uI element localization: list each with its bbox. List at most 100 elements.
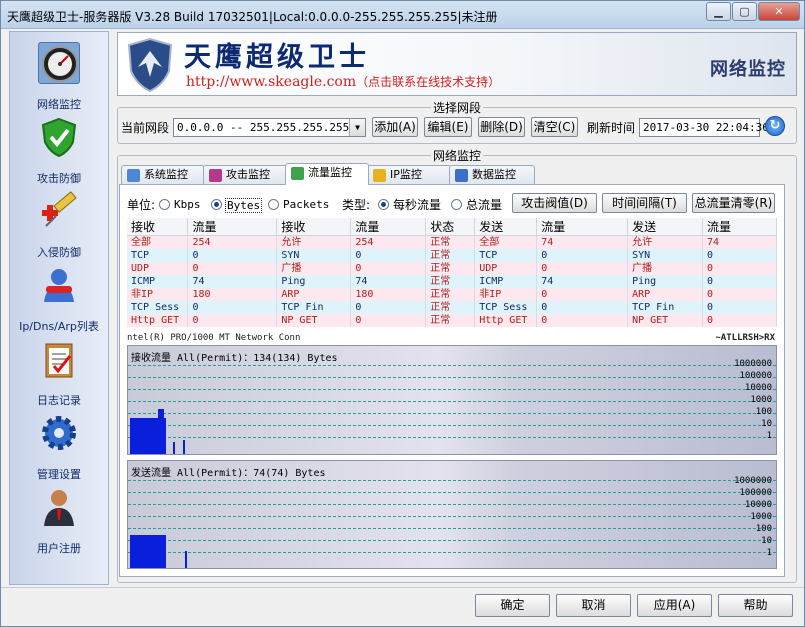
table-cell: 74	[536, 235, 629, 249]
tab-system-monitor[interactable]: 系统监控	[121, 165, 205, 185]
column-header[interactable]: 发送	[627, 218, 704, 236]
table-header-row: 接收 流量 接收 流量 状态 发送 流量 发送 流量	[127, 218, 777, 236]
unit-bytes-label[interactable]: Bytes	[225, 198, 263, 213]
table-cell: UDP	[474, 262, 538, 275]
y-axis-label: 1	[766, 431, 772, 441]
unit-packets-radio[interactable]	[268, 199, 279, 210]
tab-ip-monitor[interactable]: IP监控	[367, 165, 451, 185]
table-row[interactable]: 非IP 180 ARP 180 正常 非IP 0 ARP 0	[127, 288, 777, 301]
time-interval-button[interactable]: 时间间隔(T)	[602, 193, 687, 213]
chevron-down-icon[interactable]: ▼	[349, 119, 365, 136]
table-row[interactable]: TCP 0 SYN 0 正常 TCP 0 SYN 0	[127, 249, 777, 262]
type-total-label[interactable]: 总流量	[466, 196, 502, 213]
column-header[interactable]: 流量	[350, 218, 427, 236]
unit-bytes-radio[interactable]	[211, 199, 222, 210]
sidebar-item-attack-defense[interactable]: 攻击防御	[10, 112, 108, 185]
table-row[interactable]: ICMP 74 Ping 74 正常 ICMP 74 Ping 0	[127, 275, 777, 288]
table-cell: TCP	[127, 249, 189, 262]
table-cell: SYN	[276, 249, 352, 262]
table-cell: 254	[350, 235, 427, 249]
sidebar-item-label: 入侵防御	[37, 246, 81, 259]
grid-line	[128, 492, 776, 493]
apply-button[interactable]: 应用(A)	[637, 594, 712, 617]
cancel-button[interactable]: 取消	[556, 594, 631, 617]
syringe-cross-icon	[38, 190, 80, 232]
tab-traffic-monitor[interactable]: 流量监控	[285, 163, 369, 185]
column-header[interactable]: 发送	[474, 218, 538, 236]
table-cell: UDP	[127, 262, 189, 275]
traffic-bar	[173, 442, 175, 454]
support-link[interactable]: http://www.skeagle.com（点击联系在线技术支持）	[186, 73, 500, 90]
table-cell: 正常	[425, 301, 476, 314]
unit-kbps-radio[interactable]	[159, 199, 170, 210]
y-axis-label: 1000000	[734, 476, 772, 486]
refresh-time-field[interactable]: 2017-03-30 22:04:36	[639, 118, 769, 137]
help-button[interactable]: 帮助	[718, 594, 793, 617]
segment-select[interactable]: 0.0.0.0 -- 255.255.255.255 ▼	[173, 118, 366, 137]
traffic-stats-table: 接收 流量 接收 流量 状态 发送 流量 发送 流量 全部 254 允许 254 正常全…	[127, 218, 777, 327]
table-cell: Http GET	[474, 314, 538, 327]
type-per-second-radio[interactable]	[378, 199, 389, 210]
table-row[interactable]: Http GET 0 NP GET 0 正常 Http GET 0 NP GET 0	[127, 314, 777, 327]
traffic-bar	[185, 551, 187, 568]
tab-attack-monitor[interactable]: 攻击监控	[203, 165, 287, 185]
grid-line	[128, 540, 776, 541]
table-cell: Http GET	[127, 314, 189, 327]
user-list-icon	[38, 264, 80, 306]
table-cell: 0	[702, 301, 777, 314]
table-cell: 74	[187, 275, 278, 288]
column-header[interactable]: 状态	[425, 218, 476, 236]
title-bar: 天鹰超级卫士-服务器版 V3.28 Build 17032501|Local:0…	[1, 1, 804, 29]
close-button[interactable]: ✕	[758, 2, 800, 21]
attack-threshold-button[interactable]: 攻击阀值(D)	[512, 193, 597, 213]
grid-line	[128, 389, 776, 390]
tab-label: 数据监控	[472, 168, 516, 181]
add-button[interactable]: 添加(A)	[372, 117, 418, 137]
table-cell: 0	[536, 301, 629, 314]
main-window: 天鹰超级卫士-服务器版 V3.28 Build 17032501|Local:0…	[0, 0, 805, 627]
column-header[interactable]: 流量	[536, 218, 629, 236]
dialog-button-bar: 确定 取消 应用(A) 帮助	[1, 587, 804, 626]
table-row[interactable]: 全部 254 允许 254 正常 全部 74 允许 74	[127, 235, 777, 249]
type-label: 类型:	[342, 198, 371, 212]
column-header[interactable]: 接收	[276, 218, 352, 236]
sidebar-item-network-monitor[interactable]: 网络监控	[10, 38, 108, 111]
delete-button[interactable]: 删除(D)	[478, 117, 525, 137]
clear-button[interactable]: 清空(C)	[531, 117, 578, 137]
table-cell: 74	[702, 235, 777, 249]
table-row[interactable]: TCP Sess 0 TCP Fin 0 正常 TCP Sess 0 TCP Fin 0	[127, 301, 777, 314]
column-header[interactable]: 流量	[187, 218, 278, 236]
grid-line	[128, 377, 776, 378]
ok-button[interactable]: 确定	[475, 594, 550, 617]
minimize-button[interactable]: ▁	[706, 2, 731, 21]
table-cell: ICMP	[474, 275, 538, 288]
y-axis-label: 100000	[739, 371, 772, 381]
refresh-icon[interactable]: ↻	[765, 116, 785, 136]
column-header[interactable]: 接收	[127, 218, 189, 236]
reset-total-button[interactable]: 总流量清零(R)	[692, 193, 775, 213]
sidebar-item-intrusion-defense[interactable]: 入侵防御	[10, 186, 108, 259]
table-cell: 0	[350, 262, 427, 275]
type-per-second-label[interactable]: 每秒流量	[393, 196, 441, 213]
sidebar-item-label: 攻击防御	[37, 172, 81, 185]
sidebar-item-ip-dns-arp-list[interactable]: Ip/Dns/Arp列表	[10, 260, 108, 333]
column-header[interactable]: 流量	[702, 218, 777, 236]
unit-packets-label[interactable]: Packets	[283, 198, 329, 211]
type-total-radio[interactable]	[451, 199, 462, 210]
support-note[interactable]: （点击联系在线技术支持）	[356, 75, 500, 89]
unit-kbps-label[interactable]: Kbps	[174, 198, 201, 211]
y-axis-label: 10	[761, 419, 772, 429]
table-cell: NP GET	[276, 314, 352, 327]
support-url[interactable]: http://www.skeagle.com	[186, 74, 356, 90]
table-cell: ARP	[276, 288, 352, 301]
segment-group-title: 选择网段	[432, 101, 481, 115]
table-row[interactable]: UDP 0 广播 0 正常 UDP 0 广播 0	[127, 262, 777, 275]
module-title: 网络监控	[710, 59, 786, 80]
edit-button[interactable]: 编辑(E)	[424, 117, 472, 137]
maximize-button[interactable]: ▢	[732, 2, 757, 21]
table-cell: 广播	[627, 262, 704, 275]
sidebar-item-settings[interactable]: 管理设置	[10, 408, 108, 481]
tab-data-monitor[interactable]: 数据监控	[449, 165, 535, 185]
sidebar-item-register[interactable]: 用户注册	[10, 482, 108, 555]
sidebar-item-log[interactable]: 日志记录	[10, 334, 108, 407]
